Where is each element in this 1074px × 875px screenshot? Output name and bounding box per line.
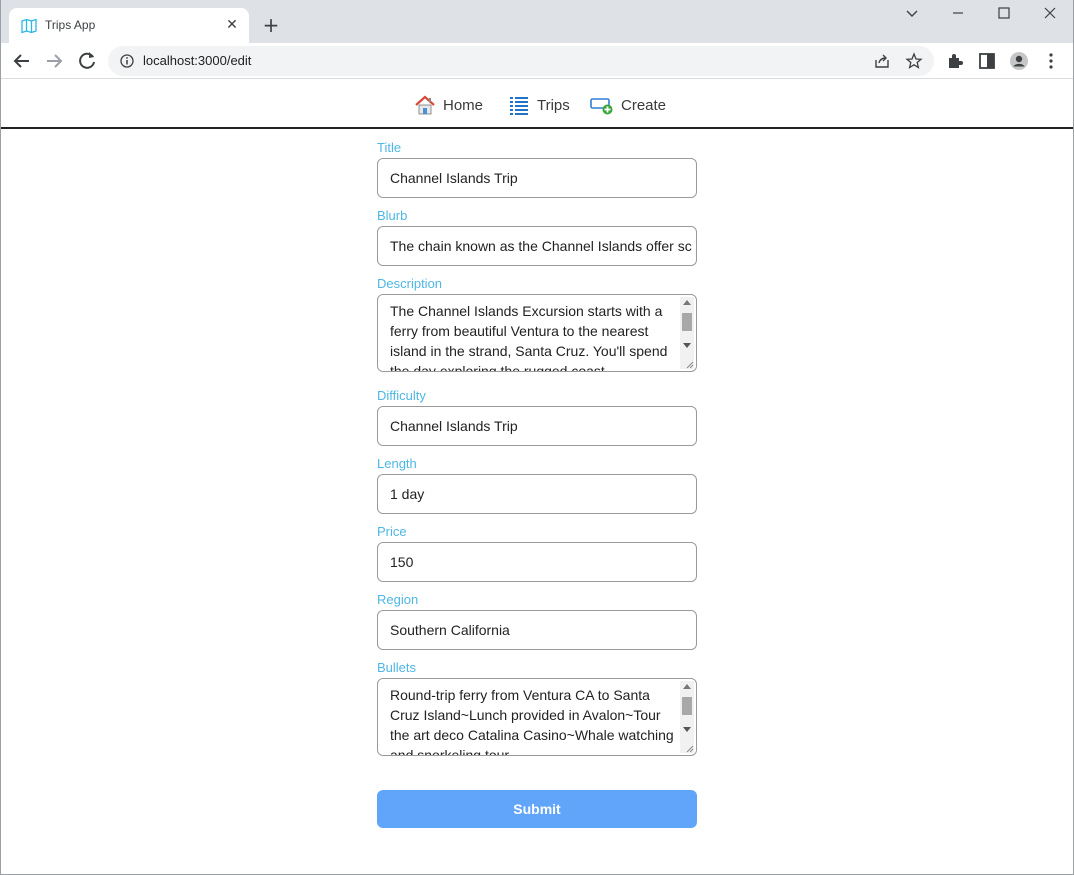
close-icon xyxy=(1044,7,1056,19)
resize-grip-icon[interactable] xyxy=(684,359,694,369)
forward-arrow-icon[interactable] xyxy=(42,49,66,73)
scroll-down-arrow-icon[interactable] xyxy=(683,727,691,732)
side-panel-icon[interactable] xyxy=(977,51,997,71)
new-tab-button[interactable]: + xyxy=(260,14,282,36)
close-window-button[interactable] xyxy=(1036,6,1064,26)
star-icon[interactable] xyxy=(905,52,923,70)
price-label: Price xyxy=(377,524,407,539)
bullets-label: Bullets xyxy=(377,660,417,675)
length-input[interactable]: 1 day xyxy=(377,474,697,514)
bullets-text: Round-trip ferry from Ventura CA to Sant… xyxy=(390,687,674,756)
region-input[interactable]: Southern California xyxy=(377,610,697,650)
chevron-down-icon xyxy=(906,10,918,17)
title-input[interactable]: Channel Islands Trip xyxy=(377,158,697,198)
nav-home-link[interactable]: Home xyxy=(414,93,483,117)
scroll-up-arrow-icon[interactable] xyxy=(683,684,691,689)
reload-icon[interactable] xyxy=(75,49,99,73)
list-icon xyxy=(510,97,528,115)
description-text: The Channel Islands Excursion starts wit… xyxy=(390,303,668,372)
app-nav: Home Trips Create xyxy=(0,80,1074,129)
scroll-thumb[interactable] xyxy=(682,313,692,331)
length-label: Length xyxy=(377,456,417,471)
share-icon[interactable] xyxy=(873,52,891,70)
tab-search-button[interactable] xyxy=(898,6,926,26)
house-icon xyxy=(415,95,435,115)
scroll-up-arrow-icon[interactable] xyxy=(683,300,691,305)
description-textarea[interactable]: The Channel Islands Excursion starts wit… xyxy=(377,294,697,372)
back-arrow-icon[interactable] xyxy=(10,49,34,73)
browser-toolbar: localhost:3000/edit xyxy=(0,43,1074,79)
tab-title: Trips App xyxy=(45,18,96,32)
title-label: Title xyxy=(377,140,402,155)
browser-titlebar: Trips App ✕ + xyxy=(0,0,1074,43)
nav-trips-link[interactable]: Trips xyxy=(508,93,570,117)
info-icon[interactable] xyxy=(120,54,134,68)
resize-grip-icon[interactable] xyxy=(684,743,694,753)
region-label: Region xyxy=(377,592,419,607)
extensions-icon[interactable] xyxy=(945,51,965,71)
nav-home-label: Home xyxy=(443,96,484,114)
nav-create-link[interactable]: Create xyxy=(590,93,666,117)
url-text[interactable]: localhost:3000/edit xyxy=(143,53,251,68)
difficulty-input[interactable]: Channel Islands Trip xyxy=(377,406,697,446)
window-border-left xyxy=(0,0,1,875)
nav-trips-label: Trips xyxy=(537,96,570,114)
browser-tab[interactable]: Trips App ✕ xyxy=(9,8,249,43)
more-menu-icon[interactable] xyxy=(1041,51,1061,71)
scroll-thumb[interactable] xyxy=(682,697,692,715)
blurb-input[interactable]: The chain known as the Channel Islands o… xyxy=(377,226,697,266)
address-bar[interactable]: localhost:3000/edit xyxy=(108,46,934,76)
profile-avatar-icon[interactable] xyxy=(1009,51,1029,71)
map-icon xyxy=(21,18,37,34)
description-label: Description xyxy=(377,276,443,291)
blurb-label: Blurb xyxy=(377,208,408,223)
tab-close-icon[interactable]: ✕ xyxy=(225,18,239,32)
create-icon xyxy=(590,98,613,115)
minimize-icon xyxy=(953,12,963,14)
minimize-button[interactable] xyxy=(944,6,972,26)
price-input[interactable]: 150 xyxy=(377,542,697,582)
difficulty-label: Difficulty xyxy=(377,388,426,403)
bullets-textarea[interactable]: Round-trip ferry from Ventura CA to Sant… xyxy=(377,678,697,756)
maximize-icon xyxy=(998,7,1010,19)
nav-create-label: Create xyxy=(621,96,667,114)
maximize-button[interactable] xyxy=(990,6,1018,26)
scroll-down-arrow-icon[interactable] xyxy=(683,343,691,348)
submit-button[interactable]: Submit xyxy=(377,790,697,828)
